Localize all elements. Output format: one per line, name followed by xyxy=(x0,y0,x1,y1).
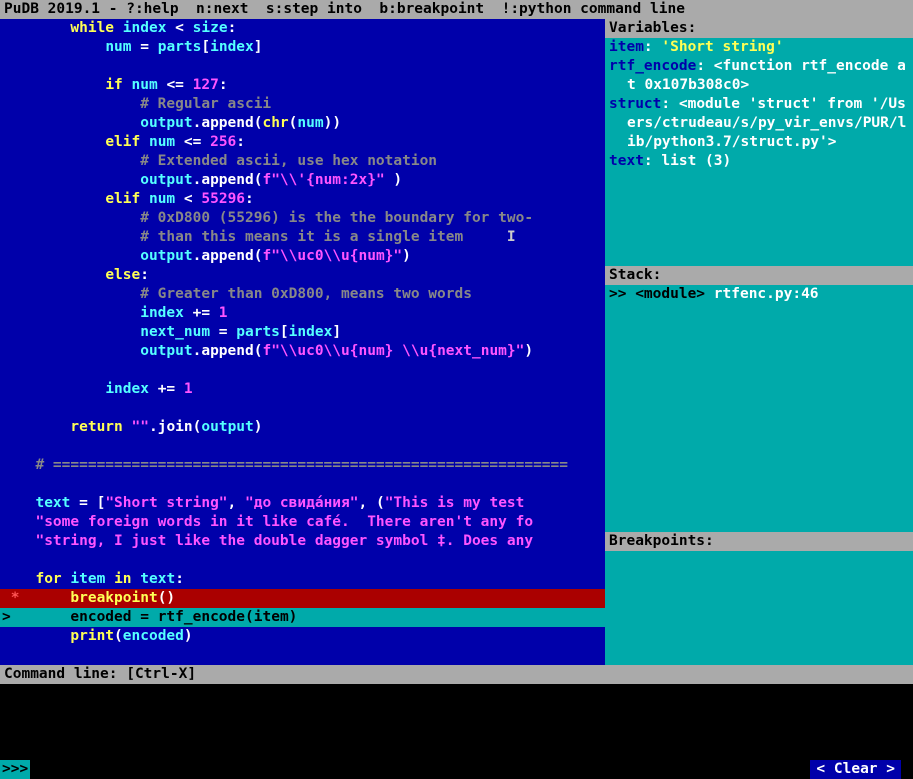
variables-panel[interactable]: Variables: item: 'Short string'rtf_encod… xyxy=(605,19,913,266)
source-line[interactable]: elif num < 55296: xyxy=(0,190,605,209)
source-line[interactable]: * breakpoint() xyxy=(0,589,605,608)
source-line[interactable]: while index < size: xyxy=(0,19,605,38)
source-line[interactable]: return "".join(output) xyxy=(0,418,605,437)
variables-title: Variables: xyxy=(605,19,913,38)
commandline-input[interactable] xyxy=(30,760,810,779)
source-line[interactable] xyxy=(0,361,605,380)
commandline-bar[interactable]: >>> < Clear > xyxy=(0,760,913,779)
source-line[interactable]: index += 1 xyxy=(0,380,605,399)
variables-body[interactable]: item: 'Short string'rtf_encode: <functio… xyxy=(605,38,913,266)
title-bar: PuDB 2019.1 - ?:help n:next s:step into … xyxy=(0,0,913,19)
commandline-label: Command line: [Ctrl-X] xyxy=(0,665,913,684)
source-line[interactable]: else: xyxy=(0,266,605,285)
source-line[interactable]: # ======================================… xyxy=(0,456,605,475)
source-line[interactable]: # Greater than 0xD800, means two words xyxy=(0,285,605,304)
source-line[interactable]: output.append(chr(num)) xyxy=(0,114,605,133)
source-line[interactable]: next_num = parts[index] xyxy=(0,323,605,342)
main-area: while index < size: num = parts[index] i… xyxy=(0,19,913,665)
source-line[interactable]: # 0xD800 (55296) is the the boundary for… xyxy=(0,209,605,228)
source-line[interactable]: "string, I just like the double dagger s… xyxy=(0,532,605,551)
source-line[interactable]: text = ["Short string", "до свида́ния", … xyxy=(0,494,605,513)
source-line[interactable] xyxy=(0,57,605,76)
source-line[interactable] xyxy=(0,475,605,494)
breakpoints-panel[interactable]: Breakpoints: xyxy=(605,532,913,665)
variable-row[interactable]: rtf_encode: <function rtf_encode at 0x10… xyxy=(609,57,909,95)
breakpoints-body[interactable] xyxy=(605,551,913,665)
source-line[interactable]: if num <= 127: xyxy=(0,76,605,95)
variable-row[interactable]: item: 'Short string' xyxy=(609,38,909,57)
source-line[interactable]: # Extended ascii, use hex notation xyxy=(0,152,605,171)
source-line[interactable]: # than this means it is a single item I xyxy=(0,228,605,247)
clear-button[interactable]: < Clear > xyxy=(810,760,901,779)
source-line[interactable]: > encoded = rtf_encode(item) xyxy=(0,608,605,627)
source-line[interactable]: index += 1 xyxy=(0,304,605,323)
variable-row[interactable]: text: list (3) xyxy=(609,152,909,171)
source-line[interactable]: "some foreign words in it like café. The… xyxy=(0,513,605,532)
commandline-prompt: >>> xyxy=(0,760,30,779)
source-line[interactable]: # Regular ascii xyxy=(0,95,605,114)
source-line[interactable]: output.append(f"\\'{num:2x}" ) xyxy=(0,171,605,190)
source-line[interactable] xyxy=(0,551,605,570)
breakpoints-title: Breakpoints: xyxy=(605,532,913,551)
source-line[interactable]: num = parts[index] xyxy=(0,38,605,57)
source-code[interactable]: while index < size: num = parts[index] i… xyxy=(0,19,605,646)
stack-panel[interactable]: Stack: >> <module> rtfenc.py:46 xyxy=(605,266,913,532)
source-line[interactable]: output.append(f"\\uc0\\u{num} \\u{next_n… xyxy=(0,342,605,361)
source-line[interactable]: for item in text: xyxy=(0,570,605,589)
source-line[interactable] xyxy=(0,437,605,456)
right-pane: Variables: item: 'Short string'rtf_encod… xyxy=(605,19,913,665)
source-line[interactable]: print(encoded) xyxy=(0,627,605,646)
source-line[interactable] xyxy=(0,399,605,418)
source-pane[interactable]: while index < size: num = parts[index] i… xyxy=(0,19,605,665)
variable-row[interactable]: struct: <module 'struct' from '/Users/ct… xyxy=(609,95,909,152)
stack-body[interactable]: >> <module> rtfenc.py:46 xyxy=(605,285,913,532)
stack-title: Stack: xyxy=(605,266,913,285)
commandline-output[interactable] xyxy=(0,684,913,760)
source-line[interactable]: elif num <= 256: xyxy=(0,133,605,152)
source-line[interactable]: output.append(f"\\uc0\\u{num}") xyxy=(0,247,605,266)
